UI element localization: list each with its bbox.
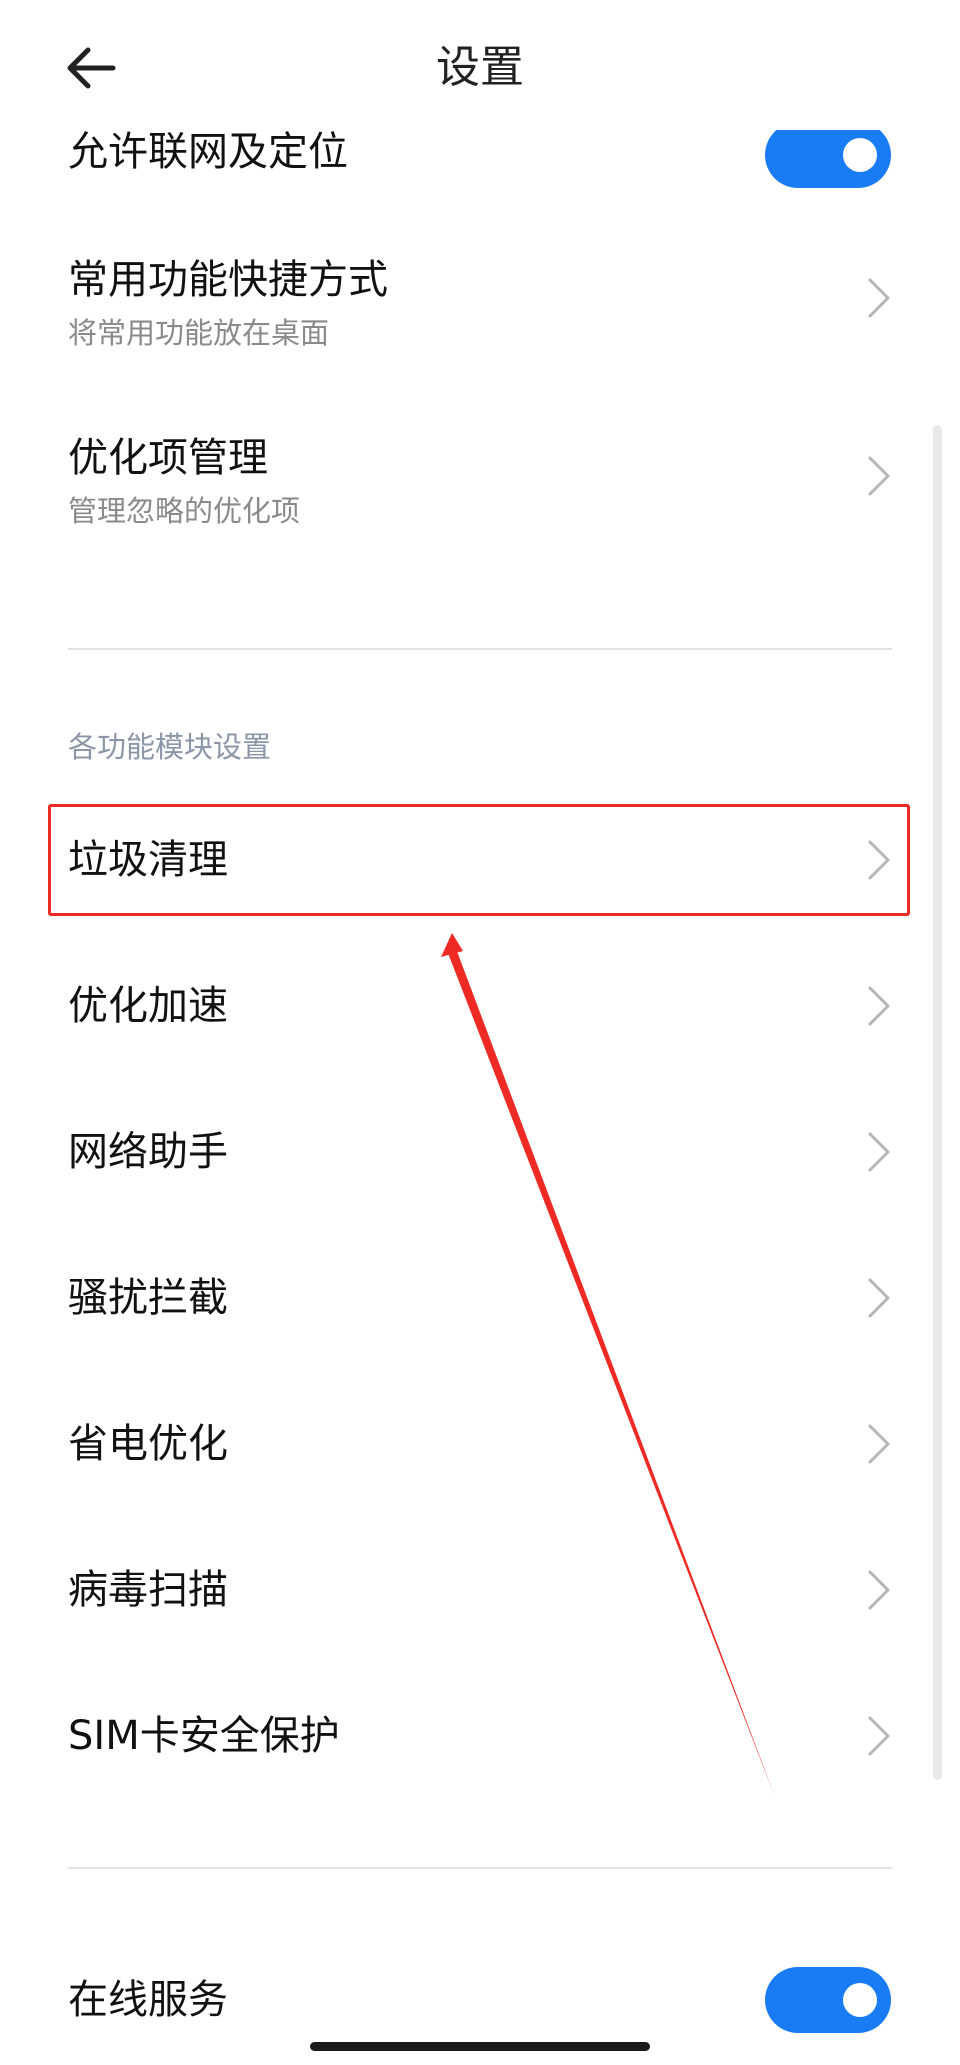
section-divider [68, 1867, 892, 1869]
app-header: 设置 [0, 0, 960, 130]
chevron-right-icon [868, 456, 890, 496]
chevron-right-icon [868, 278, 890, 318]
online-service-row[interactable]: 在线服务 [0, 1950, 960, 2050]
module-item-label: 垃圾清理 [68, 837, 228, 883]
home-indicator[interactable] [310, 2042, 650, 2051]
optimization-title: 优化项管理 [68, 435, 268, 481]
shortcut-subtitle: 将常用功能放在桌面 [68, 316, 330, 350]
module-item-label: 优化加速 [68, 983, 228, 1029]
chevron-right-icon [868, 1570, 890, 1610]
module-item-harassment-block[interactable]: 骚扰拦截 [0, 1244, 960, 1352]
module-item-label: 病毒扫描 [68, 1567, 228, 1613]
module-item-junk-cleanup[interactable]: 垃圾清理 [0, 806, 960, 914]
online-service-title: 在线服务 [68, 1977, 228, 2023]
online-service-toggle[interactable] [765, 1967, 891, 2033]
chevron-right-icon [868, 986, 890, 1026]
module-item-virus-scan[interactable]: 病毒扫描 [0, 1536, 960, 1644]
section-label: 各功能模块设置 [68, 730, 272, 764]
module-item-speed-boost[interactable]: 优化加速 [0, 952, 960, 1060]
module-item-network-assistant[interactable]: 网络助手 [0, 1098, 960, 1206]
module-item-label: 网络助手 [68, 1129, 228, 1175]
chevron-right-icon [868, 1132, 890, 1172]
chevron-right-icon [868, 1424, 890, 1464]
page-title: 设置 [436, 42, 524, 93]
module-item-sim-protection[interactable]: SIM卡安全保护 [0, 1682, 960, 1790]
chevron-right-icon [868, 1716, 890, 1756]
shortcut-title: 常用功能快捷方式 [68, 257, 388, 303]
toggle-knob [843, 138, 877, 172]
toggle-knob [843, 1983, 877, 2017]
optimization-subtitle: 管理忽略的优化项 [68, 494, 301, 528]
section-divider [68, 648, 892, 650]
module-item-battery-saver[interactable]: 省电优化 [0, 1390, 960, 1498]
network-location-toggle[interactable] [765, 122, 891, 188]
chevron-right-icon [868, 1278, 890, 1318]
network-location-title: 允许联网及定位 [68, 129, 348, 175]
chevron-right-icon [868, 840, 890, 880]
module-item-label: 骚扰拦截 [68, 1275, 228, 1321]
module-item-label: 省电优化 [68, 1421, 228, 1467]
module-item-label: SIM卡安全保护 [68, 1713, 340, 1759]
optimization-row[interactable]: 优化项管理 管理忽略的优化项 [0, 418, 960, 538]
shortcut-row[interactable]: 常用功能快捷方式 将常用功能放在桌面 [0, 240, 960, 360]
